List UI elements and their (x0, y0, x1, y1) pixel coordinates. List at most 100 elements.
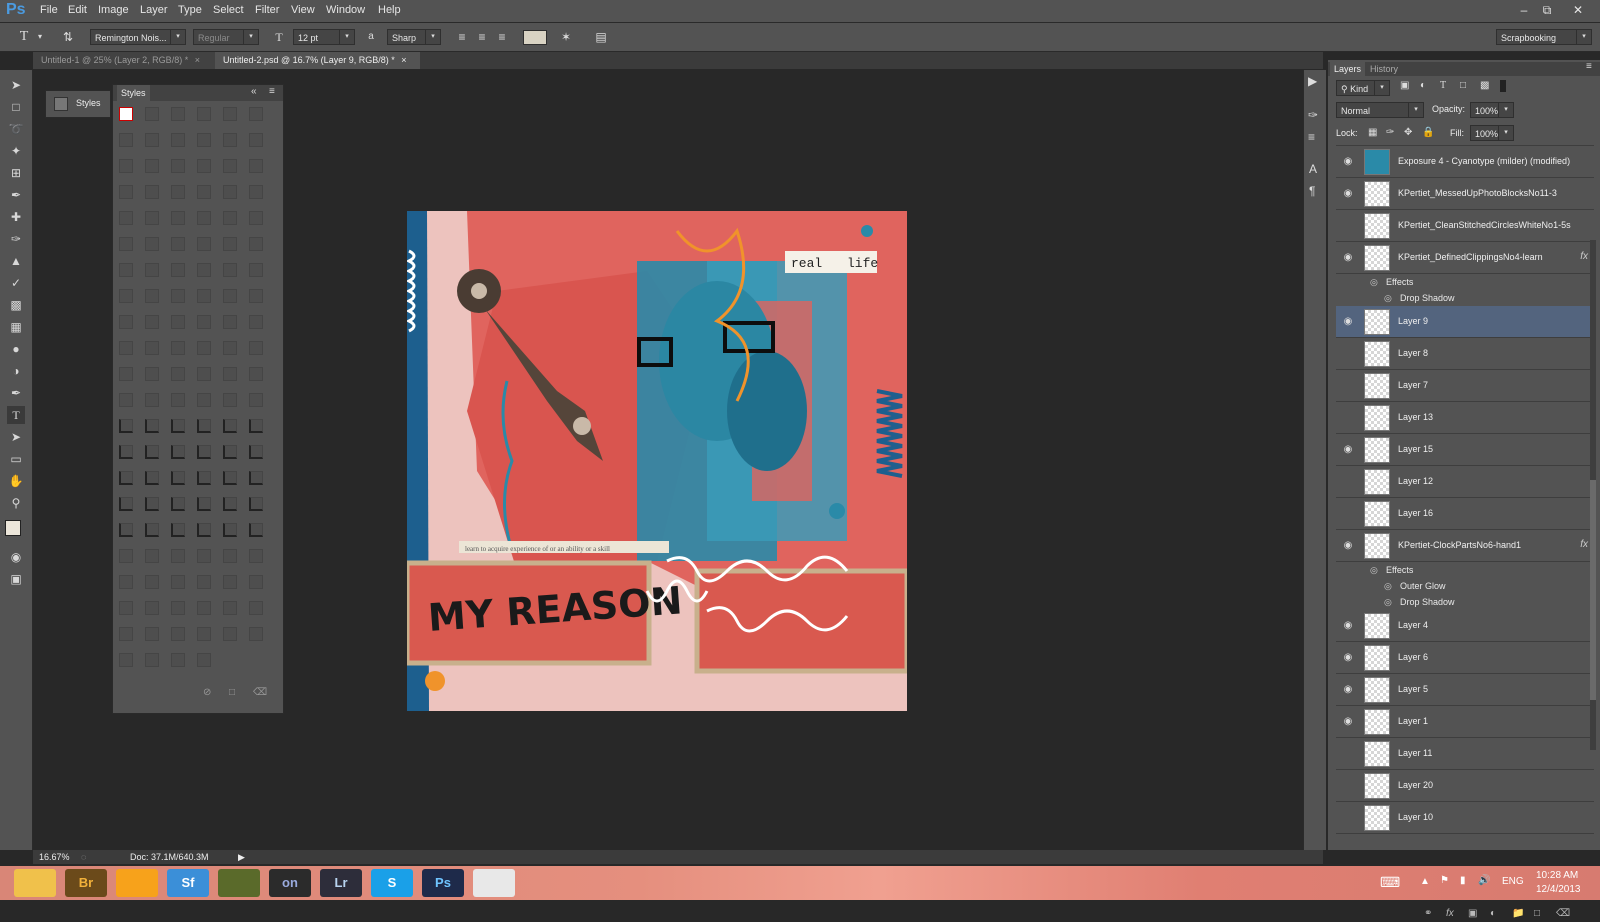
effect-eye-icon[interactable]: ◎ (1370, 562, 1378, 578)
magic-wand-icon[interactable]: ✦ (7, 142, 25, 160)
style-swatch[interactable] (223, 263, 237, 277)
layer-row[interactable]: Layer 12 (1336, 466, 1594, 498)
font-style-select[interactable]: Regular ▾ (193, 29, 259, 45)
style-swatch[interactable] (145, 497, 159, 511)
layer-name[interactable]: KPertiet_DefinedClippingsNo4-learn (1398, 252, 1543, 262)
style-swatch[interactable] (249, 133, 263, 147)
menu-view[interactable]: View (291, 4, 315, 16)
effect-row[interactable]: ◎ Outer Glow (1336, 578, 1594, 594)
style-swatch[interactable] (249, 549, 263, 563)
style-swatch[interactable] (197, 185, 211, 199)
layer-name[interactable]: Layer 9 (1398, 316, 1428, 326)
style-swatch[interactable] (197, 419, 211, 433)
effect-eye-icon[interactable]: ◎ (1384, 290, 1392, 306)
style-swatch[interactable] (171, 549, 185, 563)
style-swatch[interactable] (145, 263, 159, 277)
zoom-tool-icon[interactable]: ⚲ (7, 494, 25, 512)
layer-name[interactable]: KPertiet_CleanStitchedCirclesWhiteNo1-5s (1398, 220, 1571, 230)
menu-type[interactable]: Type (178, 4, 202, 16)
clock-date[interactable]: 12/4/2013 (1536, 884, 1581, 895)
style-swatch[interactable] (145, 367, 159, 381)
layer-thumbnail[interactable] (1364, 309, 1390, 335)
type-tool-preset-icon[interactable]: T (16, 29, 32, 45)
panel-menu-icon[interactable]: ≡ (269, 86, 275, 97)
visibility-eye-icon[interactable]: ◉ (1342, 540, 1354, 552)
style-swatch[interactable] (171, 341, 185, 355)
layer-name[interactable]: Layer 15 (1398, 444, 1433, 454)
style-swatch[interactable] (223, 185, 237, 199)
blur-tool-icon[interactable]: ● (7, 340, 25, 358)
style-swatch[interactable] (249, 497, 263, 511)
style-swatch[interactable] (223, 523, 237, 537)
layer-row[interactable]: ◉ Layer 1 (1336, 706, 1594, 738)
visibility-eye-icon[interactable]: ◉ (1342, 444, 1354, 456)
layer-thumbnail[interactable] (1364, 533, 1390, 559)
effect-eye-icon[interactable]: ◎ (1384, 594, 1392, 610)
lightroom-taskbar-icon[interactable]: Lr (320, 869, 362, 897)
style-swatch[interactable] (223, 445, 237, 459)
keyboard-icon[interactable]: ⌨ (1380, 874, 1400, 891)
layer-thumbnail[interactable] (1364, 709, 1390, 735)
style-swatch[interactable] (171, 653, 185, 667)
fx-icon[interactable]: fx (1446, 908, 1454, 919)
add-mask-icon[interactable]: ▣ (1468, 908, 1477, 919)
align-center-icon[interactable]: ≡ (474, 29, 490, 45)
screen-mode-icon[interactable]: ▣ (7, 570, 25, 588)
layer-name[interactable]: Layer 6 (1398, 652, 1428, 662)
style-swatch[interactable] (119, 497, 133, 511)
file-explorer-taskbar-icon[interactable] (14, 869, 56, 897)
style-swatch[interactable] (119, 133, 133, 147)
style-swatch[interactable] (119, 315, 133, 329)
tab-layers[interactable]: Layers (1330, 62, 1366, 76)
style-swatch[interactable] (171, 393, 185, 407)
menu-edit[interactable]: Edit (68, 4, 87, 16)
align-right-icon[interactable]: ≡ (494, 29, 510, 45)
style-swatch[interactable] (249, 627, 263, 641)
layer-name[interactable]: Layer 16 (1398, 508, 1433, 518)
style-swatch[interactable] (145, 575, 159, 589)
zoom-level[interactable]: 16.67% (39, 850, 70, 864)
style-swatch[interactable] (249, 289, 263, 303)
align-left-icon[interactable]: ≡ (454, 29, 470, 45)
healing-brush-icon[interactable]: ✚ (7, 208, 25, 226)
style-swatch[interactable] (119, 393, 133, 407)
visibility-eye-icon[interactable] (1342, 476, 1354, 488)
visibility-eye-icon[interactable] (1342, 508, 1354, 520)
menu-help[interactable]: Help (378, 4, 401, 16)
language-indicator[interactable]: ENG (1502, 876, 1524, 887)
style-swatch[interactable] (197, 523, 211, 537)
tab-history[interactable]: History (1370, 62, 1398, 76)
skype-taskbar-icon[interactable]: S (371, 869, 413, 897)
brush-tool-icon[interactable]: ✑ (7, 230, 25, 248)
layer-name[interactable]: Layer 13 (1398, 412, 1433, 422)
volume-icon[interactable]: 🔊 (1478, 875, 1490, 886)
style-swatch[interactable] (249, 237, 263, 251)
style-swatch[interactable] (119, 367, 133, 381)
font-family-select[interactable]: Remington Nois... ▾ (90, 29, 186, 45)
style-swatch[interactable] (197, 549, 211, 563)
warp-text-icon[interactable]: ✶ (558, 29, 574, 45)
layer-row[interactable]: ◉ Layer 15 (1336, 434, 1594, 466)
layer-thumbnail[interactable] (1364, 677, 1390, 703)
effect-row[interactable]: ◎ Drop Shadow (1336, 290, 1594, 306)
style-swatch[interactable] (197, 315, 211, 329)
restore-icon[interactable]: ⧉ (1536, 2, 1558, 18)
pen-tool-icon[interactable]: ✒ (7, 384, 25, 402)
style-swatch[interactable] (223, 315, 237, 329)
style-swatch[interactable] (145, 523, 159, 537)
style-swatch[interactable] (171, 211, 185, 225)
effects-group-row[interactable]: ◎ Effects (1336, 562, 1594, 578)
style-swatch[interactable] (197, 263, 211, 277)
style-swatch[interactable] (249, 341, 263, 355)
layer-row[interactable]: Layer 20 (1336, 770, 1594, 802)
style-swatch[interactable] (171, 445, 185, 459)
layer-row[interactable]: ◉ Layer 5 (1336, 674, 1594, 706)
network-icon[interactable]: ▮ (1460, 875, 1466, 886)
anti-alias-select[interactable]: Sharp ▾ (387, 29, 441, 45)
effect-eye-icon[interactable]: ◎ (1384, 578, 1392, 594)
style-swatch[interactable] (249, 263, 263, 277)
layer-name[interactable]: KPertiet-ClockPartsNo6-hand1 (1398, 540, 1521, 550)
style-swatch[interactable] (223, 497, 237, 511)
style-swatch[interactable] (197, 601, 211, 615)
scrollbar-thumb[interactable] (1590, 480, 1596, 700)
